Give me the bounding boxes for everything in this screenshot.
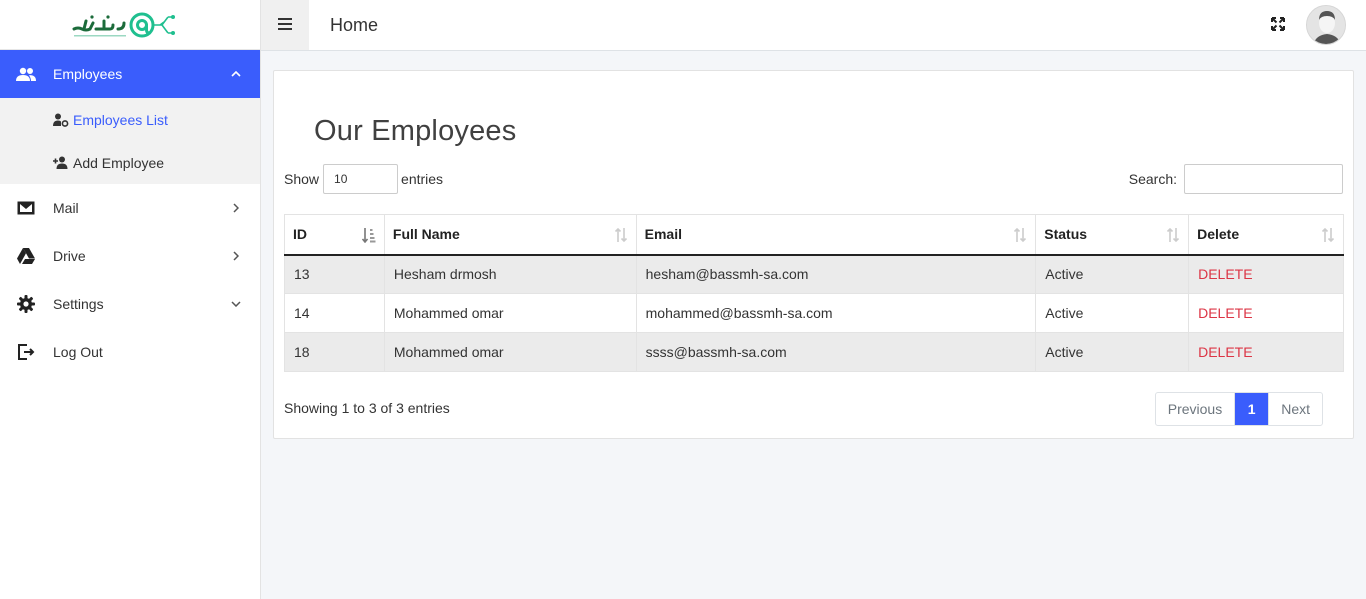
show-label: Show <box>284 171 320 187</box>
employees-card: Our Employees Show 10 entries Search: ID… <box>273 70 1354 439</box>
entries-label: entries <box>401 171 444 187</box>
table-row: 13 Hesham drmosh hesham@bassmh-sa.com Ac… <box>284 254 1344 294</box>
table-row: 14 Mohammed omar mohammed@bassmh-sa.com … <box>284 293 1344 333</box>
sidebar-item-label: Drive <box>53 248 86 264</box>
cell-full-name: Mohammed omar <box>383 293 637 333</box>
sidebar-item-label: Settings <box>53 296 104 312</box>
chevron-right-icon <box>230 250 242 262</box>
sidebar-item-label: Employees <box>53 66 123 82</box>
sidebar-item-logout[interactable]: Log Out <box>0 328 260 376</box>
chevron-right-icon <box>230 202 242 214</box>
search-label: Search: <box>1128 171 1177 187</box>
search-control: Search: <box>1129 164 1343 194</box>
column-header-email[interactable]: Email <box>635 214 1037 256</box>
sidebar-item-label: Mail <box>53 200 79 216</box>
cell-delete: DELETE <box>1188 293 1344 333</box>
logout-icon <box>16 342 36 362</box>
sidebar-subitem-label: Add Employee <box>73 154 165 171</box>
column-header-full-name[interactable]: Full Name <box>383 214 637 256</box>
users-icon <box>16 64 36 84</box>
gear-icon <box>16 294 36 314</box>
sidebar-item-drive[interactable]: Drive <box>0 232 260 280</box>
sort-icon <box>614 227 627 243</box>
pagination: Previous 1 Next <box>1154 392 1323 426</box>
fullscreen-button[interactable] <box>1268 15 1288 35</box>
chevron-up-icon <box>230 68 242 80</box>
cell-id: 18 <box>284 332 385 372</box>
brand-logo[interactable] <box>0 0 260 50</box>
table-header-row: ID Full Name Email Status Delete <box>284 214 1344 256</box>
cell-email: mohammed@bassmh-sa.com <box>635 293 1037 333</box>
sidebar-item-label: Log Out <box>53 344 103 360</box>
cell-delete: DELETE <box>1188 332 1344 372</box>
cell-status: Active <box>1035 293 1190 333</box>
sidebar-subitem-label: Employees List <box>73 111 168 128</box>
cell-full-name: Hesham drmosh <box>383 254 637 294</box>
page-title: Home <box>330 14 379 35</box>
column-header-status[interactable]: Status <box>1035 214 1190 256</box>
sidebar-subitem-add-employee[interactable]: Add Employee <box>0 141 260 184</box>
delete-link[interactable]: DELETE <box>1198 305 1252 321</box>
cell-status: Active <box>1035 332 1190 372</box>
sort-icon <box>1167 227 1180 243</box>
sidebar-subitem-employees-list[interactable]: Employees List <box>0 98 260 141</box>
table-info: Showing 1 to 3 of 3 entries <box>284 400 450 416</box>
employees-submenu: Employees List Add Employee <box>0 98 260 184</box>
mail-icon <box>16 198 36 218</box>
hamburger-icon <box>278 17 292 33</box>
cell-full-name: Mohammed omar <box>383 332 637 372</box>
sidebar-item-employees[interactable]: Employees <box>0 50 260 98</box>
sidebar-item-mail[interactable]: Mail <box>0 184 260 232</box>
sidebar: Employees Employees List Add Employee Ma… <box>0 0 261 599</box>
expand-icon <box>1271 16 1285 34</box>
cell-delete: DELETE <box>1188 254 1344 294</box>
sidebar-item-settings[interactable]: Settings <box>0 280 260 328</box>
avatar-icon <box>1307 6 1345 44</box>
cell-id: 13 <box>284 254 385 294</box>
cell-email: ssss@bassmh-sa.com <box>635 332 1037 372</box>
user-cog-icon <box>53 112 69 128</box>
pagination-next[interactable]: Next <box>1268 393 1322 425</box>
cell-id: 14 <box>284 293 385 333</box>
drive-icon <box>16 246 36 266</box>
pagination-previous[interactable]: Previous <box>1156 393 1234 425</box>
column-header-delete[interactable]: Delete <box>1188 214 1344 256</box>
pagination-page-1[interactable]: 1 <box>1234 393 1269 425</box>
table-row: 18 Mohammed omar ssss@bassmh-sa.com Acti… <box>284 332 1344 372</box>
card-title: Our Employees <box>314 115 517 147</box>
user-plus-icon <box>53 155 69 171</box>
page-length-select[interactable]: 10 <box>323 164 399 194</box>
delete-link[interactable]: DELETE <box>1198 266 1252 282</box>
chevron-down-icon <box>230 298 242 310</box>
sort-icon <box>1014 227 1027 243</box>
employees-table: ID Full Name Email Status Delete 13 Hesh… <box>284 214 1344 372</box>
topbar: Home <box>261 0 1366 51</box>
page-length-control: Show 10 entries <box>284 164 443 194</box>
user-avatar[interactable] <box>1306 5 1346 45</box>
search-input[interactable] <box>1184 164 1343 194</box>
cell-status: Active <box>1035 254 1190 294</box>
hamburger-menu-button[interactable] <box>261 0 309 50</box>
cell-email: hesham@bassmh-sa.com <box>635 254 1037 294</box>
delete-link[interactable]: DELETE <box>1198 344 1252 360</box>
sort-icon <box>1321 227 1335 243</box>
sort-asc-icon <box>361 228 376 243</box>
logo-icon <box>72 12 175 37</box>
column-header-id[interactable]: ID <box>284 214 385 256</box>
